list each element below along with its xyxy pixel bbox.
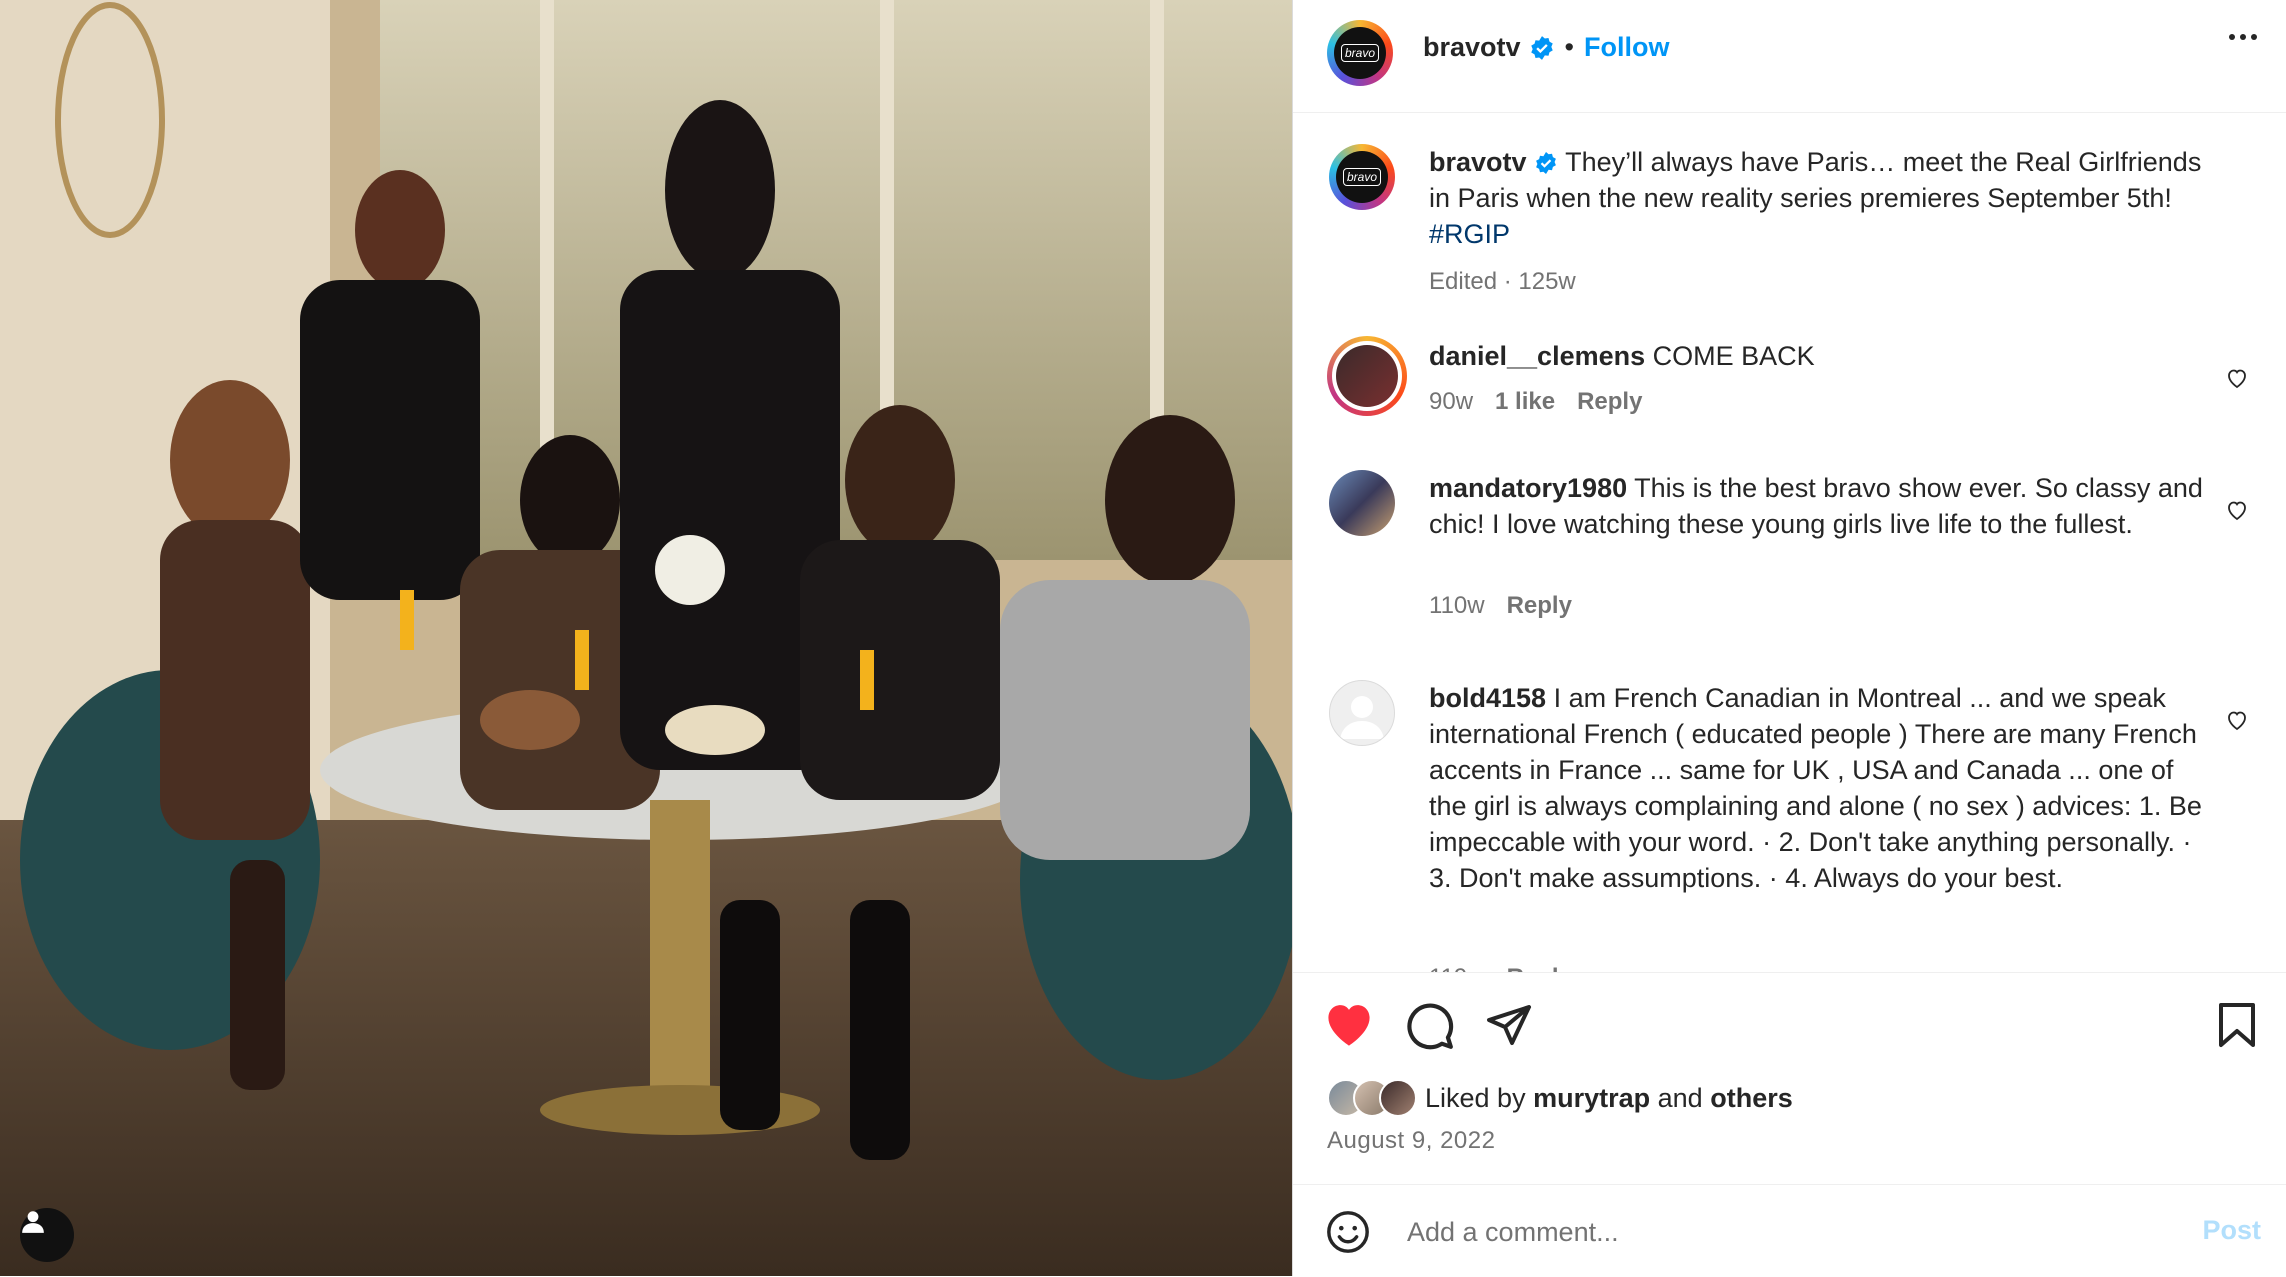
caption-meta: Edited · 125w [1429, 268, 1576, 295]
comment-username[interactable]: mandatory1980 [1429, 473, 1627, 503]
liked-by: Liked by murytrap and others [1327, 1079, 1793, 1117]
comment-input[interactable] [1405, 1207, 2109, 1257]
comment-age: 110w [1429, 592, 1485, 619]
author-username[interactable]: bravotv [1423, 32, 1521, 63]
comment-item: daniel__clemens COME BACK 90w 1 like Reply [1327, 336, 2249, 428]
comment-item: mandatory1980 This is the best bravo sho… [1329, 470, 2249, 620]
hashtag-link[interactable]: #RGIP [1429, 219, 1510, 249]
comment-meta: 90w 1 like Reply [1429, 388, 1642, 416]
comment-age: 119w [1429, 964, 1485, 972]
reply-button[interactable]: Reply [1507, 964, 1572, 972]
post-date[interactable]: August 9, 2022 [1327, 1127, 1495, 1155]
like-heart-icon[interactable] [1323, 999, 1375, 1051]
bookmark-save-icon[interactable] [2213, 1001, 2261, 1049]
comment-body: I am French Canadian in Montreal ... and… [1429, 683, 2202, 893]
verified-badge-icon [1536, 152, 1556, 174]
comment-text: daniel__clemens COME BACK [1429, 338, 2209, 374]
separator-dot: • [1564, 32, 1574, 62]
bravo-logo: bravo [1342, 167, 1381, 186]
tagged-users-button[interactable] [20, 1208, 74, 1262]
author-avatar[interactable]: bravo [1327, 20, 1393, 86]
comment-composer: Post [1293, 1184, 2286, 1277]
comment-meta: 110w Reply [1429, 592, 1572, 620]
comment-username[interactable]: daniel__clemens [1429, 341, 1645, 371]
verified-badge-icon [1530, 35, 1553, 60]
comments-scroll[interactable]: bravo bravotv They’ll always have Paris…… [1293, 112, 2286, 972]
comment-text: bold4158 I am French Canadian in Montrea… [1429, 680, 2209, 896]
share-send-icon[interactable] [1485, 1001, 1533, 1049]
more-options-icon[interactable] [2229, 34, 2257, 40]
commenter-avatar[interactable] [1329, 470, 1395, 536]
like-comment-icon[interactable] [2225, 498, 2249, 522]
like-comment-icon[interactable] [2225, 366, 2249, 390]
post-actions: Liked by murytrap and others August 9, 2… [1293, 972, 2286, 1183]
liked-by-joiner: and [1657, 1082, 1703, 1113]
post-header: bravo bravotv • Follow [1293, 0, 2286, 113]
reply-button[interactable]: Reply [1577, 388, 1642, 415]
comment-likes[interactable]: 1 like [1495, 388, 1555, 415]
liker-avatars[interactable] [1327, 1079, 1417, 1117]
emoji-icon[interactable] [1325, 1209, 1371, 1255]
comment-text: mandatory1980 This is the best bravo sho… [1429, 470, 2209, 542]
bravo-logo: bravo [1340, 43, 1379, 62]
reply-button[interactable]: Reply [1507, 592, 1572, 619]
comment-age: 90w [1429, 388, 1474, 415]
photo-scene [0, 0, 1292, 1276]
caption: bravo bravotv They’ll always have Paris…… [1329, 144, 2249, 295]
comment-body: COME BACK [1652, 341, 1815, 371]
user-icon [22, 1211, 44, 1233]
post-panel: bravo bravotv • Follow bravo bravotv The… [1292, 0, 2286, 1276]
caption-avatar[interactable]: bravo [1329, 144, 1395, 210]
caption-text: bravotv They’ll always have Paris… meet … [1429, 144, 2209, 252]
post-comment-button[interactable]: Post [2202, 1215, 2261, 1246]
commenter-avatar[interactable] [1327, 336, 1407, 416]
follow-button[interactable]: Follow [1584, 32, 1669, 63]
others-link[interactable]: others [1710, 1083, 1793, 1114]
like-comment-icon[interactable] [2225, 708, 2249, 732]
liked-by-prefix: Liked by [1425, 1082, 1526, 1113]
comment-bubble-icon[interactable] [1405, 1001, 1455, 1051]
liker-username[interactable]: murytrap [1533, 1083, 1650, 1114]
commenter-avatar[interactable] [1329, 680, 1395, 746]
post-photo[interactable] [0, 0, 1292, 1276]
comment-username[interactable]: bold4158 [1429, 683, 1546, 713]
default-avatar-icon [1340, 696, 1384, 739]
comment-item: bold4158 I am French Canadian in Montrea… [1329, 680, 2249, 972]
caption-username[interactable]: bravotv [1429, 147, 1527, 177]
comment-meta: 119w Reply [1429, 964, 1572, 972]
liker-avatar [1379, 1079, 1417, 1117]
